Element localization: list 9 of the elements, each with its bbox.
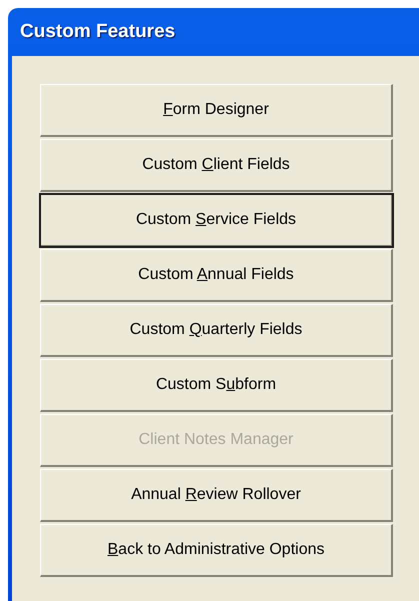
menu-button[interactable]: Custom Service Fields: [40, 194, 393, 247]
menu-button[interactable]: Custom Quarterly Fields: [40, 304, 393, 357]
menu-button[interactable]: Back to Administrative Options: [40, 524, 393, 577]
menu-button[interactable]: Form Designer: [40, 84, 393, 137]
menu-button[interactable]: Custom Subform: [40, 359, 393, 412]
menu-button[interactable]: Custom Client Fields: [40, 139, 393, 192]
menu-button[interactable]: Annual Review Rollover: [40, 469, 393, 522]
menu-button[interactable]: Custom Annual Fields: [40, 249, 393, 302]
window-title: Custom Features: [19, 20, 176, 44]
